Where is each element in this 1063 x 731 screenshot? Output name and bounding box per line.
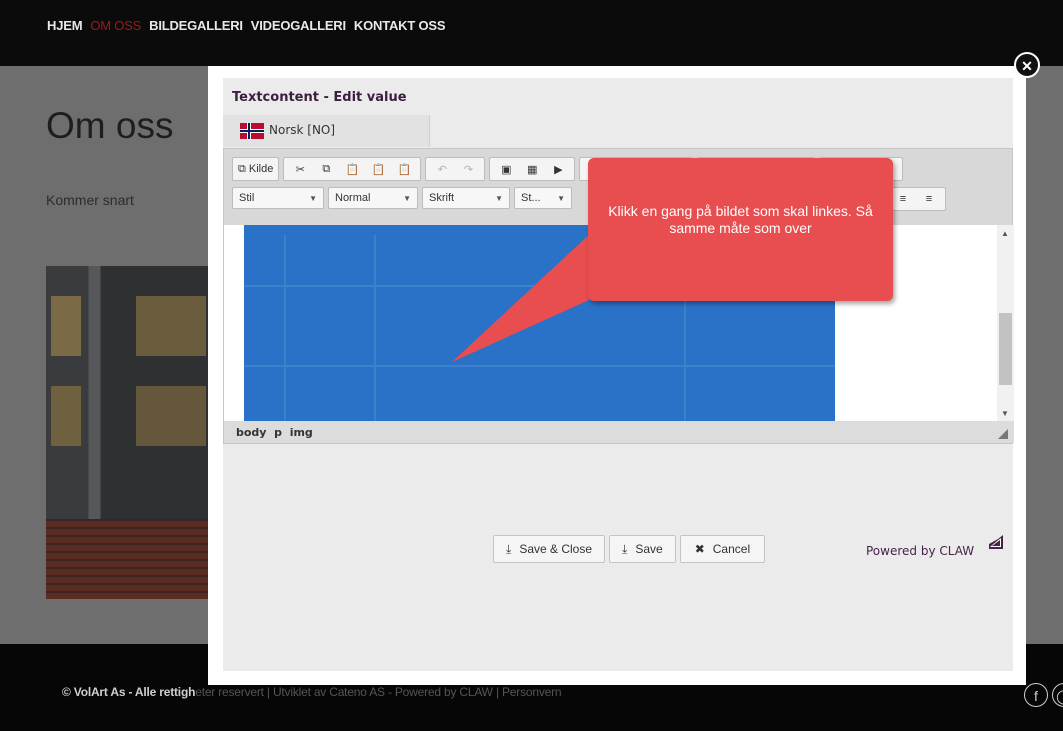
chevron-down-icon: ▼ — [403, 193, 411, 203]
claw-logo-icon — [989, 535, 1003, 549]
save-close-button[interactable]: ⤓ Save & Close — [493, 535, 606, 563]
action-buttons: ⤓ Save & Close ⤓ Save ✖ Cancel — [493, 535, 766, 563]
main-nav: HJEM OM OSS BILDEGALLERI VIDEOGALLERI KO… — [47, 18, 446, 33]
page-photo — [46, 266, 216, 599]
element-path-bar: body p img — [224, 421, 1014, 443]
source-icon: ⧉ — [238, 162, 246, 175]
redo-icon[interactable]: ↷ — [455, 158, 481, 180]
copy-icon[interactable]: ⧉ — [313, 158, 339, 180]
align-right-icon[interactable]: ≡ — [890, 188, 916, 210]
nav-item-kontakt-oss[interactable]: KONTAKT OSS — [354, 18, 446, 33]
youtube-icon[interactable]: ▶ — [545, 158, 571, 180]
site-header: HJEM OM OSS BILDEGALLERI VIDEOGALLERI KO… — [0, 0, 1063, 66]
paste-word-icon[interactable]: 📋 — [391, 158, 417, 180]
page-title: Om oss — [46, 105, 174, 146]
page-subtitle: Kommer snart — [46, 192, 134, 208]
footer-credits[interactable]: eter reservert | Utviklet av Cateno AS -… — [195, 685, 561, 699]
nav-item-bildegalleri[interactable]: BILDEGALLERI — [149, 18, 243, 33]
chevron-down-icon: ▼ — [557, 193, 565, 203]
image-icon[interactable]: ▣ — [493, 158, 519, 180]
norway-flag-icon — [240, 123, 264, 139]
scroll-up-icon: ▲ — [1001, 229, 1009, 238]
size-select[interactable]: St... ▼ — [514, 187, 572, 209]
table-icon[interactable]: ▦ — [519, 158, 545, 180]
align-justify-icon[interactable]: ≡ — [916, 188, 942, 210]
cancel-button[interactable]: ✖ Cancel — [679, 535, 766, 563]
footer-copyright: © VolArt As - Alle rettigh — [62, 685, 196, 699]
close-icon: ✖ — [694, 542, 705, 556]
chevron-down-icon: ▼ — [309, 193, 317, 203]
editor-scrollbar[interactable]: ▲ ▼ — [997, 225, 1014, 421]
chevron-down-icon: ▼ — [495, 193, 503, 203]
scroll-down-icon: ▼ — [1001, 409, 1009, 418]
paste-text-icon[interactable]: 📋 — [365, 158, 391, 180]
nav-item-videogalleri[interactable]: VIDEOGALLERI — [251, 18, 346, 33]
language-label: Norsk [NO] — [269, 123, 336, 137]
tooltip-callout: Klikk en gang på bildet som skal linkes.… — [588, 158, 893, 301]
close-modal-icon[interactable]: ✕ — [1014, 52, 1040, 78]
download-icon: ⤓ — [622, 541, 628, 556]
cut-icon[interactable]: ✂ — [287, 158, 313, 180]
path-body[interactable]: body — [236, 426, 266, 439]
facebook-icon[interactable]: f — [1024, 683, 1048, 707]
font-select[interactable]: Skrift ▼ — [422, 187, 510, 209]
modal-title: Textcontent - Edit value — [232, 90, 407, 105]
paste-icon[interactable]: 📋 — [339, 158, 365, 180]
path-img[interactable]: img — [290, 426, 313, 439]
footer-text: © VolArt As - Alle rettigheter reservert… — [62, 685, 562, 699]
path-p[interactable]: p — [274, 426, 282, 439]
nav-item-om-oss[interactable]: OM OSS — [90, 18, 141, 33]
powered-by-text[interactable]: Powered by CLAW — [866, 544, 974, 558]
callout-text: Klikk en gang på bildet som skal linkes.… — [608, 203, 873, 236]
download-icon: ⤓ — [506, 541, 512, 556]
format-select[interactable]: Normal ▼ — [328, 187, 418, 209]
resize-handle-icon[interactable] — [998, 429, 1008, 439]
undo-icon[interactable]: ↶ — [429, 158, 455, 180]
style-select[interactable]: Stil ▼ — [232, 187, 324, 209]
save-button[interactable]: ⤓ Save — [609, 535, 676, 563]
nav-item-hjem[interactable]: HJEM — [47, 18, 83, 33]
source-button[interactable]: ⧉ Kilde — [236, 158, 275, 180]
